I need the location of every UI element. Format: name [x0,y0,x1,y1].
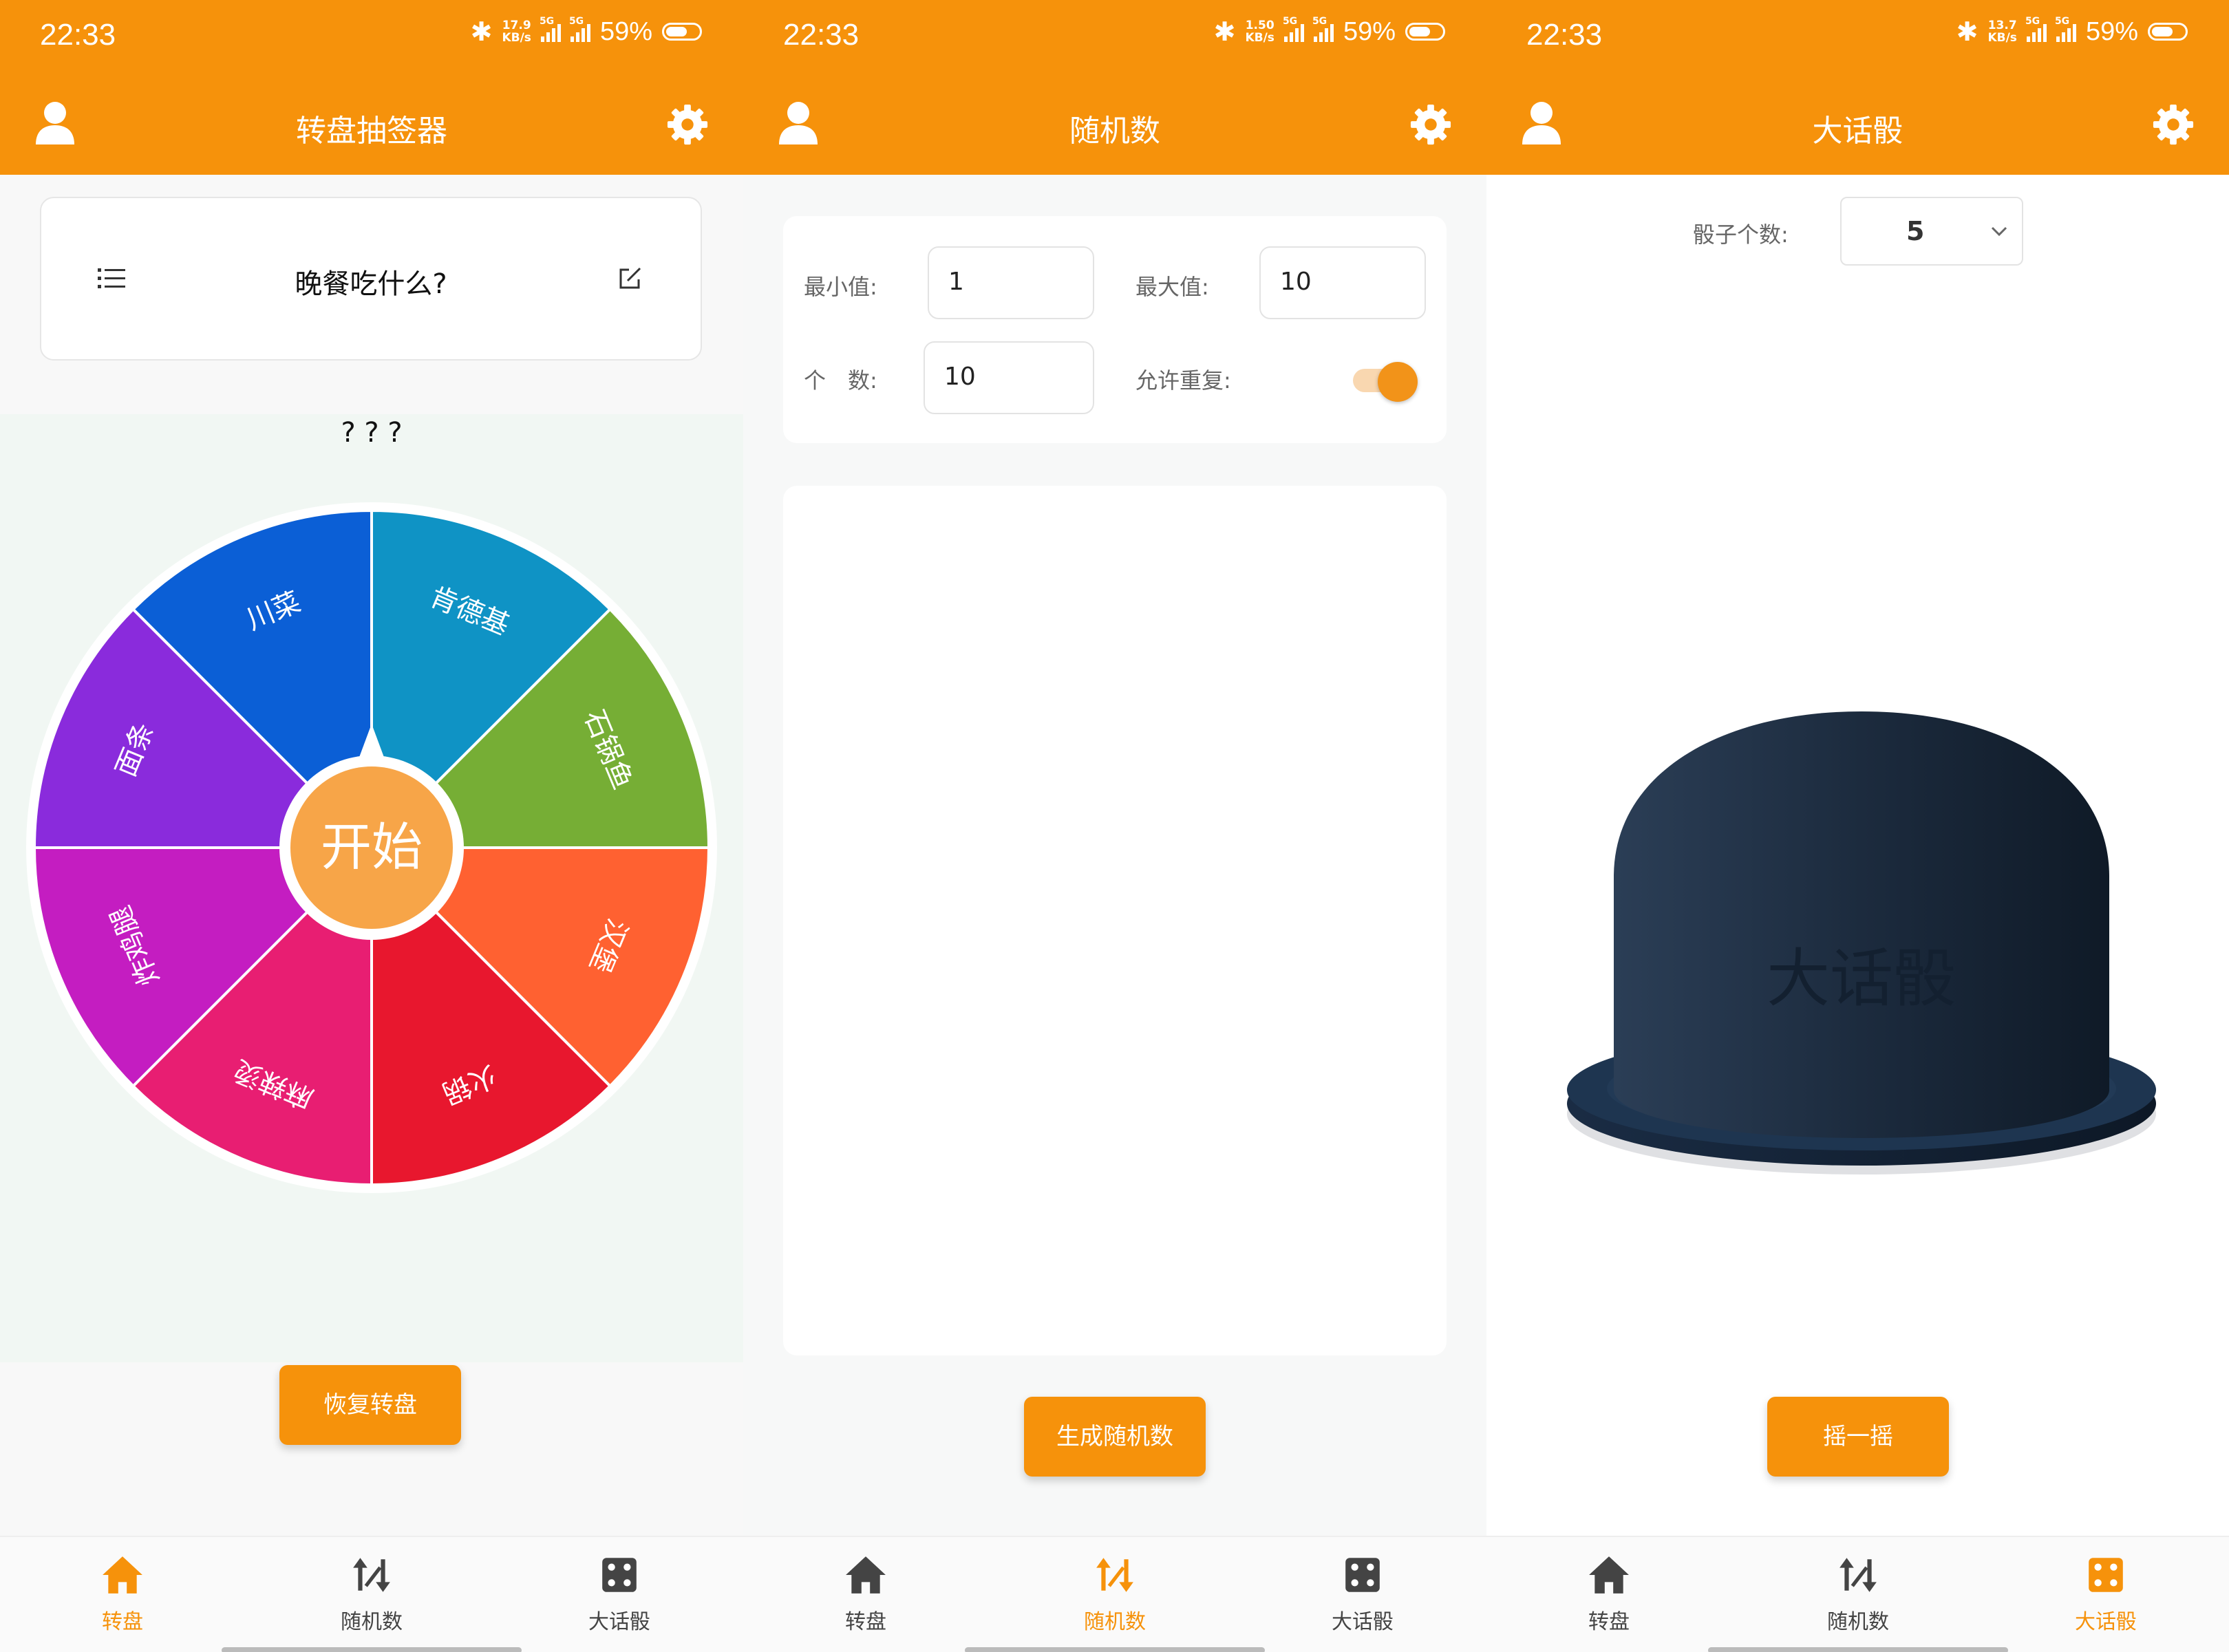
gesture-handle [1708,1647,2008,1652]
generate-random-button[interactable]: 生成随机数 [1024,1397,1206,1477]
shake-button[interactable]: 摇一摇 [1767,1397,1949,1477]
home-icon [103,1556,142,1594]
status-icons: ✱ 13.7 KB/s 5G 5G 59% [1956,16,2188,47]
network-speed: 17.9 KB/s [502,19,531,45]
status-icons: ✱ 17.9 KB/s 5G 5G 59% [470,16,702,47]
status-icons: ✱ 1.50 KB/s 5G 5G 59% [1213,16,1445,47]
repeat-toggle[interactable] [1353,362,1418,402]
bluetooth-icon: ✱ [1956,17,1979,47]
shuffle-icon [353,1558,390,1592]
gear-icon[interactable] [666,103,709,146]
tab-bar: 转盘 随机数 大话骰 [1486,1536,2229,1652]
dice-count-value: 5 [1906,216,1925,246]
battery-percent: 59% [2085,17,2138,46]
page-title: 随机数 [1069,114,1160,149]
dice-icon [2089,1558,2123,1592]
tab-dice[interactable]: 大话骰 [537,1554,702,1635]
phone-random-screen: 22:33 ✱ 1.50 KB/s 5G 5G 59% 随机数 最小值: 1 最大… [743,0,1486,1652]
app-bar: 大话骰 [1486,76,2229,175]
tab-random[interactable]: 随机数 [289,1554,454,1635]
tab-random[interactable]: 随机数 [1775,1554,1941,1635]
tab-wheel[interactable]: 转盘 [40,1554,205,1635]
dice-count-select[interactable]: 5 [1840,197,2023,266]
gear-icon[interactable] [2152,103,2195,146]
count-label: 个 数: [804,367,877,394]
signal-icon: 5G [2025,16,2047,42]
dice-content: 骰子个数: 5 大话骰 摇一摇 [1486,175,2229,1536]
max-input[interactable]: 10 [1259,246,1426,319]
phone-wheel-screen: 22:33 ✱ 17.9 KB/s 5G 5G 59% 转盘抽签器 晚餐吃什么? … [0,0,743,1652]
dice-icon [602,1558,637,1592]
dice-count-label: 骰子个数: [1693,222,1789,248]
min-input[interactable]: 1 [928,246,1094,319]
min-label: 最小值: [804,274,877,300]
gesture-handle [222,1647,522,1652]
settings-card: 最小值: 1 最大值: 10 个 数: 10 允许重复: [783,216,1447,443]
gesture-handle [965,1647,1265,1652]
network-speed: 13.7 KB/s [1987,19,2017,45]
status-bar: 22:33 ✱ 17.9 KB/s 5G 5G 59% [0,0,743,76]
question-text: 晚餐吃什么? [295,268,447,300]
count-input[interactable]: 10 [924,341,1094,414]
bluetooth-icon: ✱ [470,17,493,47]
battery-icon [662,23,702,41]
phone-dice-screen: 22:33 ✱ 13.7KB/s 5G 5G 59% 大话骰 骰子个数: 5 [1486,0,2229,1652]
tab-dice[interactable]: 大话骰 [1280,1554,1445,1635]
status-bar: 22:33 ✱ 1.50 KB/s 5G 5G 59% [743,0,1486,76]
question-card[interactable]: 晚餐吃什么? [40,197,702,361]
page-title: 转盘抽签器 [296,114,447,149]
app-bar: 随机数 [743,76,1486,175]
tab-random[interactable]: 随机数 [1032,1554,1197,1635]
tab-wheel[interactable]: 转盘 [1526,1554,1692,1635]
home-icon [846,1556,886,1594]
cup-label: 大话骰 [1767,942,1956,1016]
battery-percent: 59% [1343,17,1396,46]
status-time: 22:33 [1526,18,1603,52]
status-bar: 22:33 ✱ 13.7 KB/s 5G 5G 59% [1486,0,2229,76]
app-bar: 转盘抽签器 [0,76,743,175]
bluetooth-icon: ✱ [1213,17,1236,47]
edit-icon[interactable] [618,266,643,290]
start-label[interactable]: 开始 [321,818,423,877]
chevron-down-icon [1991,226,2007,237]
signal-icon: 5G [1283,16,1304,42]
shuffle-icon [1839,1558,1877,1592]
signal-icon-2: 5G [569,16,590,42]
signal-icon: 5G [540,16,561,42]
gear-icon[interactable] [1409,103,1452,146]
home-icon [1589,1556,1629,1594]
wheel-content: 晚餐吃什么? ? ? ? 肯德基 石锅鱼 汉堡 火锅 麻辣烫 炸鸡腿 面条 川菜 开始 恢复转盘 [0,175,743,1536]
result-panel [783,486,1447,1355]
battery-percent: 59% [599,17,652,46]
battery-icon [1405,23,1445,41]
tab-bar: 转盘 随机数 大话骰 [743,1536,1486,1652]
page-title: 大话骰 [1812,114,1903,149]
tab-bar: 转盘 随机数 大话骰 [0,1536,743,1652]
battery-icon [2148,23,2188,41]
dice-icon [1345,1558,1380,1592]
tab-dice[interactable]: 大话骰 [2023,1554,2188,1635]
shuffle-icon [1096,1558,1133,1592]
prize-wheel[interactable]: 肯德基石锅鱼汉堡火锅麻辣烫炸鸡腿面条川菜开始 [26,502,717,1193]
dice-cup[interactable]: 大话骰 [1562,711,2168,1179]
status-time: 22:33 [40,18,116,52]
network-speed: 1.50 KB/s [1245,19,1275,45]
result-text: ? ? ? [341,417,403,449]
status-time: 22:33 [783,18,860,52]
tab-wheel[interactable]: 转盘 [783,1554,948,1635]
repeat-label: 允许重复: [1135,367,1231,394]
max-label: 最大值: [1135,274,1209,300]
random-content: 最小值: 1 最大值: 10 个 数: 10 允许重复: 生成随机数 [743,175,1486,1536]
reset-wheel-button[interactable]: 恢复转盘 [279,1365,461,1445]
signal-icon-2: 5G [2055,16,2076,42]
signal-icon-2: 5G [1312,16,1334,42]
